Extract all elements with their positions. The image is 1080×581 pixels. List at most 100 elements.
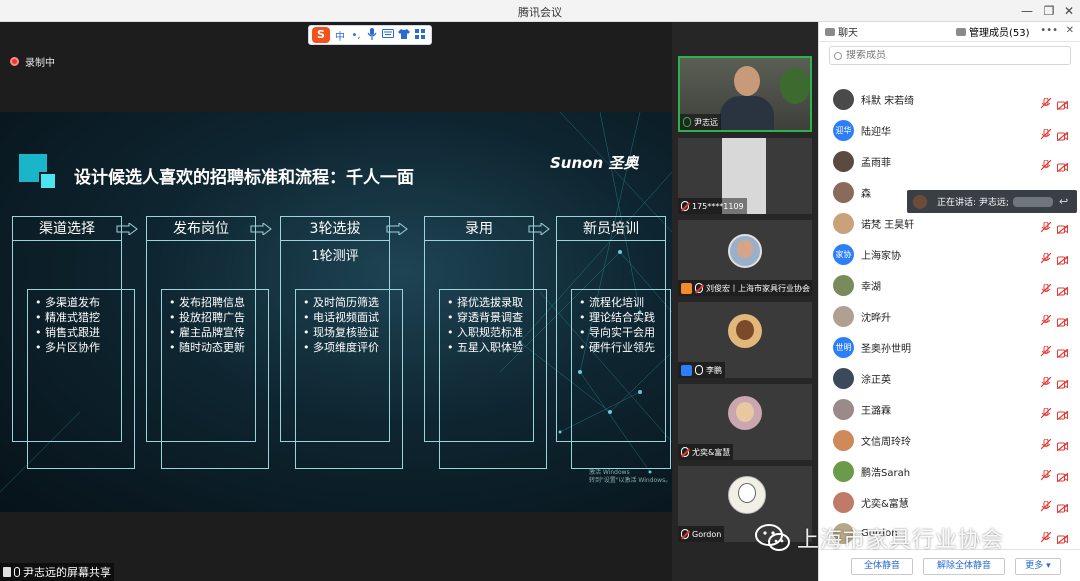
sogou-logo-icon[interactable]: S [312, 27, 330, 43]
member-row[interactable]: 世明 圣奥孙世明 [819, 332, 1080, 363]
member-row[interactable]: 科默 宋若绮 [819, 84, 1080, 115]
microphone-muted-icon [681, 447, 689, 457]
video-tile[interactable]: 尤奕&富慧 [678, 384, 812, 460]
speaker-avatar [913, 194, 927, 209]
video-tile[interactable]: 175****1109 [678, 138, 812, 214]
mic-muted-icon[interactable] [1040, 435, 1052, 450]
mic-muted-icon[interactable] [1040, 280, 1052, 295]
member-avatar: 迎华 [833, 120, 854, 141]
mic-muted-icon[interactable] [1040, 156, 1052, 171]
camera-off-icon[interactable] [1056, 405, 1069, 421]
member-name: 科默 宋若绮 [861, 96, 915, 107]
stage-item: 导向实干会用 [579, 325, 655, 340]
close-window-icon[interactable]: ✕ [1058, 2, 1080, 20]
participant-name: Gordon [692, 529, 722, 539]
camera-off-icon[interactable] [1056, 498, 1069, 514]
camera-off-icon[interactable] [1056, 250, 1069, 266]
collapse-icon[interactable]: ↩ [1059, 195, 1068, 208]
ime-chinese-icon[interactable]: 中 [334, 28, 346, 43]
participant-name: 尹志远 [694, 117, 718, 127]
unmute-all-button[interactable]: 解除全体静音 [923, 558, 1005, 575]
ime-skin-icon[interactable] [398, 28, 410, 42]
stage-item: 多渠道发布 [35, 295, 100, 310]
app-window: 腾讯会议 — ❐ ✕ S 中 •, 录制中 设计候选人喜欢的招聘标准和流程：千人… [0, 0, 1080, 581]
stage-item: 多项维度评价 [303, 340, 379, 355]
flow-arrow-icon [386, 223, 408, 235]
blurred-names [1013, 196, 1053, 207]
mic-muted-icon[interactable] [1040, 218, 1052, 233]
recording-indicator[interactable]: 录制中 [10, 52, 55, 70]
participant-face [736, 320, 754, 340]
stage-item: 入职规范标准 [447, 325, 523, 340]
slide-title: 设计候选人喜欢的招聘标准和流程：千人一面 [74, 168, 414, 188]
video-tile[interactable]: 李鹏 [678, 302, 812, 378]
member-row[interactable]: 孟雨菲 [819, 146, 1080, 177]
more-button[interactable]: 更多 ▾ [1015, 558, 1061, 575]
ime-toolbox-icon[interactable] [414, 28, 426, 42]
camera-off-icon[interactable] [1056, 529, 1069, 545]
camera-off-icon[interactable] [1056, 467, 1069, 483]
camera-off-icon[interactable] [1056, 374, 1069, 390]
camera-off-icon[interactable] [1056, 312, 1069, 328]
stage-title: 录用 [425, 217, 533, 241]
screen-share-owner: 尹志远的屏幕共享 [23, 566, 111, 579]
tab-chat[interactable]: 聊天 [819, 22, 950, 41]
member-search[interactable] [829, 46, 1071, 65]
ime-keyboard-icon[interactable] [382, 29, 394, 41]
participant-body [720, 96, 774, 130]
camera-off-icon[interactable] [1056, 281, 1069, 297]
camera-off-icon[interactable] [1056, 126, 1069, 142]
ime-toolbar[interactable]: S 中 •, [308, 25, 432, 45]
tab-chat-label: 聊天 [838, 28, 858, 39]
screen-share-label: 尹志远的屏幕共享 [0, 563, 114, 581]
member-row[interactable]: 沈晔升 [819, 301, 1080, 332]
mic-muted-icon[interactable] [1040, 311, 1052, 326]
member-row[interactable]: 迎华 陆迎华 [819, 115, 1080, 146]
member-avatar [833, 275, 854, 296]
windows-activation-watermark: 激活 Windows 转到"设置"以激活 Windows。 [589, 469, 671, 485]
member-avatar [833, 151, 854, 172]
mic-muted-icon[interactable] [1040, 342, 1052, 357]
mic-muted-icon[interactable] [1040, 249, 1052, 264]
flow-arrow-icon [116, 223, 138, 235]
member-row[interactable]: 鹏浩Sarah [819, 456, 1080, 487]
chat-icon [825, 27, 835, 36]
mic-muted-icon[interactable] [1040, 466, 1052, 481]
ime-punctuation-icon[interactable]: •, [350, 30, 362, 41]
camera-off-icon[interactable] [1056, 95, 1069, 111]
close-panel-icon[interactable]: ✕ [1066, 25, 1074, 36]
mute-all-button[interactable]: 全体静音 [851, 558, 913, 575]
presentation-slide: 设计候选人喜欢的招聘标准和流程：千人一面 Sunon 圣奥 渠道选择 多渠道发布… [0, 112, 672, 512]
search-input[interactable] [846, 50, 1056, 61]
tab-members[interactable]: 管理成员(53) [950, 22, 1080, 41]
member-row[interactable]: 王潞霖 [819, 394, 1080, 425]
camera-off-icon[interactable] [1056, 436, 1069, 452]
video-tile[interactable]: 刘俊宏丨上海市家具行业协会 [678, 220, 812, 296]
member-row[interactable]: 幸湖 [819, 270, 1080, 301]
plant-decor [780, 68, 810, 104]
mic-muted-icon[interactable] [1040, 125, 1052, 140]
mic-muted-icon[interactable] [1040, 497, 1052, 512]
stage-item: 销售式跟进 [35, 325, 100, 340]
video-caption: Gordon [678, 526, 725, 542]
video-caption: 尤奕&富慧 [678, 444, 734, 460]
member-row[interactable]: 涂正英 [819, 363, 1080, 394]
video-tile[interactable]: 尹志远 [678, 56, 812, 132]
mic-muted-icon[interactable] [1040, 94, 1052, 109]
member-row[interactable]: 尤奕&富慧 [819, 487, 1080, 518]
title-bar: 腾讯会议 — ❐ ✕ [0, 0, 1080, 22]
mic-muted-icon[interactable] [1040, 404, 1052, 419]
camera-off-icon[interactable] [1056, 343, 1069, 359]
more-options-icon[interactable]: ••• [1040, 25, 1058, 36]
member-row[interactable]: 文信周玲玲 [819, 425, 1080, 456]
restore-icon[interactable]: ❐ [1038, 2, 1060, 20]
ime-voice-icon[interactable] [366, 27, 378, 43]
member-row[interactable]: 家协 上海家协 [819, 239, 1080, 270]
camera-off-icon[interactable] [1056, 157, 1069, 173]
camera-off-icon[interactable] [1056, 219, 1069, 235]
mic-muted-icon[interactable] [1040, 373, 1052, 388]
stage-item: 理论结合实践 [579, 310, 655, 325]
participant-name: 李鹏 [706, 365, 722, 375]
mic-muted-icon[interactable] [1040, 528, 1052, 543]
minimize-icon[interactable]: — [1016, 2, 1038, 20]
